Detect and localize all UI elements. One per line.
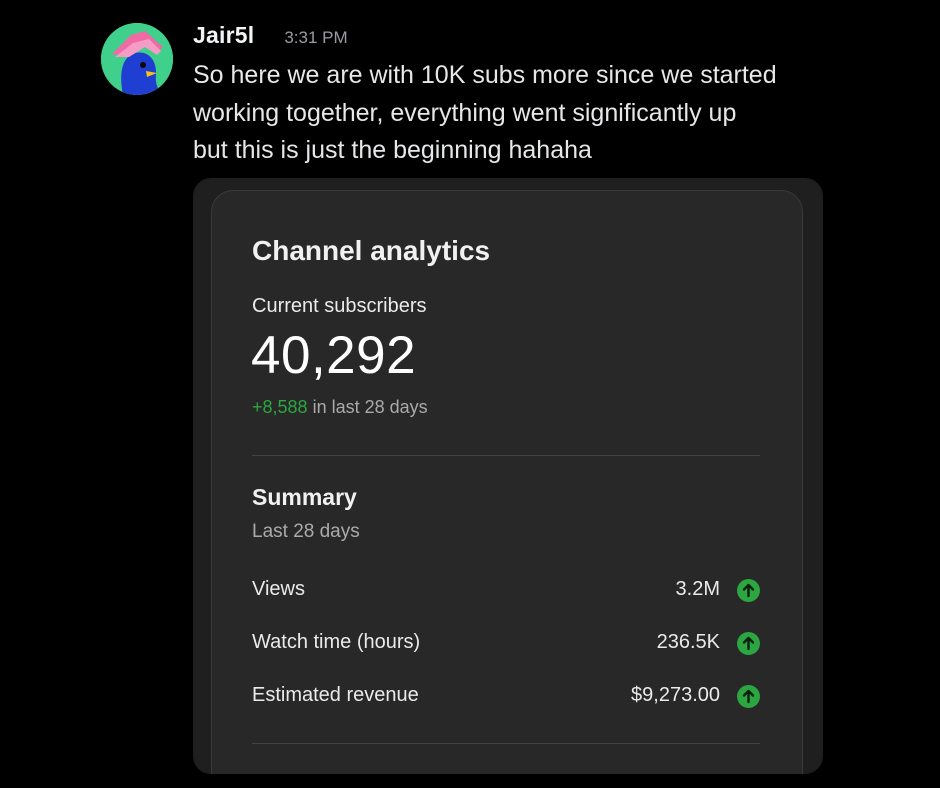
message-header: Jair5l 3:31 PM	[193, 22, 348, 52]
subscribers-delta: +8,588	[252, 397, 308, 417]
up-arrow-icon	[737, 579, 760, 602]
metric-row-revenue: Estimated revenue $9,273.00	[252, 682, 760, 712]
summary-period: Last 28 days	[252, 521, 360, 542]
subscribers-label: Current subscribers	[252, 295, 427, 317]
metric-value: 3.2M	[675, 578, 720, 600]
message-line: So here we are with 10K subs more since …	[193, 61, 777, 89]
user-avatar[interactable]	[101, 23, 173, 95]
subscribers-count: 40,292	[251, 326, 417, 385]
avatar-illustration-icon	[101, 23, 173, 95]
up-arrow-icon	[737, 685, 760, 708]
divider	[252, 743, 760, 744]
up-arrow-icon	[737, 632, 760, 655]
metric-label: Estimated revenue	[252, 684, 419, 706]
subscribers-period: in last 28 days	[307, 397, 428, 417]
metric-row-watch-time: Watch time (hours) 236.5K	[252, 629, 760, 659]
message-line: but this is just the beginning hahaha	[193, 136, 592, 164]
metric-label: Views	[252, 578, 305, 600]
chat-message: Jair5l 3:31 PM So here we are with 10K s…	[0, 0, 940, 788]
message-line: working together, everything went signif…	[193, 98, 737, 127]
metric-row-views: Views 3.2M	[252, 576, 760, 606]
metric-value: $9,273.00	[631, 684, 720, 706]
username[interactable]: Jair5l	[193, 22, 254, 49]
summary-title: Summary	[252, 484, 357, 510]
subscribers-change: +8,588 in last 28 days	[252, 397, 428, 418]
card-title: Channel analytics	[252, 235, 491, 266]
divider	[252, 455, 760, 456]
message-timestamp: 3:31 PM	[284, 28, 348, 47]
channel-analytics-card: Channel analytics Current subscribers 40…	[211, 190, 803, 774]
image-attachment[interactable]: Channel analytics Current subscribers 40…	[193, 178, 823, 774]
metric-value: 236.5K	[656, 631, 720, 653]
message-text: So here we are with 10K subs more since …	[193, 57, 833, 170]
metric-label: Watch time (hours)	[252, 631, 421, 653]
